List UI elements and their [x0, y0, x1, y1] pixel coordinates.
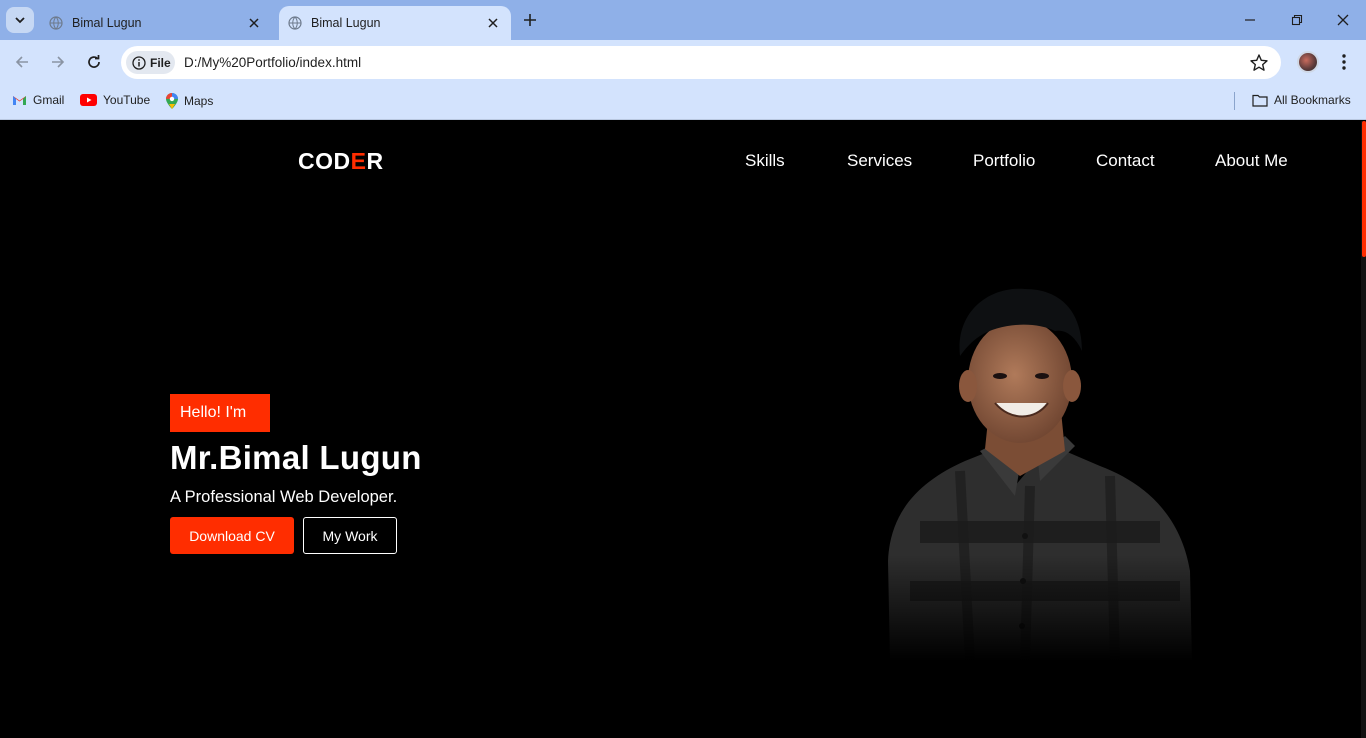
- tab-search-button[interactable]: [6, 7, 34, 33]
- tab-title: Bimal Lugun: [311, 16, 381, 30]
- scrollbar-thumb[interactable]: [1362, 121, 1366, 257]
- chevron-down-icon: [15, 17, 25, 24]
- info-icon: [132, 55, 146, 70]
- forward-button[interactable]: [46, 50, 70, 74]
- hero-tagline: A Professional Web Developer.: [170, 488, 398, 506]
- all-bookmarks-button[interactable]: All Bookmarks: [1252, 93, 1351, 107]
- minimize-button[interactable]: [1238, 8, 1262, 32]
- close-icon: [1337, 14, 1349, 26]
- nav-contact[interactable]: Contact: [1096, 151, 1155, 171]
- bookmark-label: YouTube: [103, 93, 151, 107]
- bookmark-label: Gmail: [33, 93, 65, 107]
- nav-services[interactable]: Services: [847, 151, 912, 171]
- download-cv-button[interactable]: Download CV: [170, 517, 294, 554]
- browser-toolbar: File D:/My%20Portfolio/index.html: [0, 40, 1366, 85]
- my-work-button[interactable]: My Work: [303, 517, 397, 554]
- close-tab-icon[interactable]: [246, 15, 262, 31]
- bookmarks-divider: [1234, 92, 1235, 110]
- close-window-button[interactable]: [1331, 8, 1355, 32]
- scheme-label: File: [150, 55, 171, 70]
- bookmark-label: Maps: [184, 94, 214, 108]
- nav-about-me[interactable]: About Me: [1215, 151, 1288, 171]
- bookmark-gmail[interactable]: Gmail: [12, 93, 64, 107]
- hero-name: Mr.Bimal Lugun: [170, 439, 422, 476]
- bookmark-youtube[interactable]: YouTube: [80, 93, 150, 107]
- greeting-badge: Hello! I'm: [170, 394, 270, 432]
- restore-icon: [1291, 14, 1303, 26]
- tab-2[interactable]: Bimal Lugun: [279, 6, 511, 40]
- tab-title: Bimal Lugun: [72, 16, 142, 30]
- gmail-icon: [13, 96, 26, 105]
- maps-icon: [166, 93, 178, 109]
- logo-text: COD: [298, 148, 351, 174]
- address-bar[interactable]: File D:/My%20Portfolio/index.html: [121, 46, 1281, 79]
- logo-text: R: [366, 148, 384, 174]
- plus-icon: [524, 14, 536, 26]
- profile-photo: [860, 281, 1210, 661]
- folder-icon: [1252, 94, 1268, 107]
- youtube-icon: [80, 94, 97, 106]
- close-tab-icon[interactable]: [485, 15, 501, 31]
- browser-menu-button[interactable]: [1333, 51, 1355, 73]
- nav-portfolio[interactable]: Portfolio: [973, 151, 1035, 171]
- reload-button[interactable]: [82, 50, 106, 74]
- back-button[interactable]: [10, 50, 34, 74]
- page-scrollbar[interactable]: [1361, 121, 1366, 738]
- page-viewport: CODER Skills Services Portfolio Contact …: [0, 121, 1366, 738]
- profile-avatar[interactable]: [1297, 51, 1319, 73]
- tab-1[interactable]: Bimal Lugun: [40, 6, 272, 40]
- bookmark-maps[interactable]: Maps: [166, 93, 213, 109]
- nav-skills[interactable]: Skills: [745, 151, 785, 171]
- site-info-chip[interactable]: File: [126, 51, 175, 74]
- globe-icon: [49, 16, 63, 30]
- kebab-menu-icon: [1342, 54, 1346, 70]
- site-logo[interactable]: CODER: [298, 148, 384, 175]
- url-text[interactable]: D:/My%20Portfolio/index.html: [184, 55, 361, 70]
- globe-icon: [288, 16, 302, 30]
- tab-strip: Bimal Lugun Bimal Lugun: [0, 0, 1366, 40]
- all-bookmarks-label: All Bookmarks: [1274, 93, 1351, 107]
- arrow-right-icon: [52, 56, 65, 68]
- new-tab-button[interactable]: [519, 9, 541, 31]
- bookmarks-bar: Gmail YouTube Maps All Bookmarks: [0, 85, 1366, 120]
- arrow-left-icon: [15, 56, 28, 68]
- reload-icon: [88, 55, 100, 68]
- bookmark-star-icon[interactable]: [1249, 53, 1269, 73]
- minimize-icon: [1245, 19, 1255, 21]
- logo-accent-letter: E: [350, 148, 367, 174]
- restore-button[interactable]: [1285, 8, 1309, 32]
